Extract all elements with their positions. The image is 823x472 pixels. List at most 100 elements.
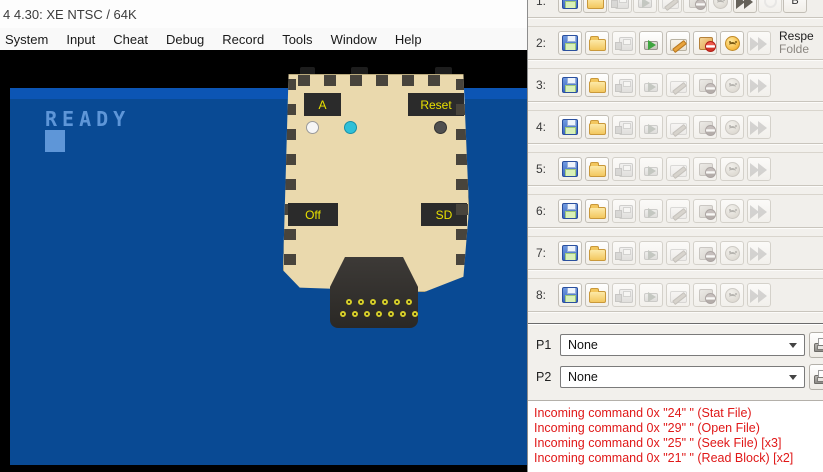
- device-button-off[interactable]: Off: [288, 203, 338, 226]
- mount-folder-button[interactable]: [585, 241, 609, 265]
- edit-icon: [670, 249, 687, 261]
- mount-folder-button[interactable]: [585, 73, 609, 97]
- mount-disk-image-button[interactable]: [639, 199, 663, 223]
- speed-button[interactable]: [733, 0, 757, 13]
- device-button-reset[interactable]: Reset: [408, 93, 464, 116]
- mount-disk-image-button[interactable]: [639, 283, 663, 307]
- menu-item-system[interactable]: System: [0, 30, 58, 49]
- mount-disk-image-button[interactable]: [639, 73, 663, 97]
- printer-select-p1[interactable]: None: [560, 334, 805, 356]
- smiley-toggle-button[interactable]: [720, 115, 744, 139]
- eject-button[interactable]: [612, 73, 636, 97]
- menu-item-cheat[interactable]: Cheat: [103, 30, 158, 49]
- led-white-icon: [306, 121, 319, 134]
- eject-icon: [619, 79, 633, 93]
- smiley-toggle-button[interactable]: [720, 73, 744, 97]
- edit-disk-button[interactable]: [666, 199, 690, 223]
- sio-pin-icon: [364, 311, 370, 317]
- speed-button[interactable]: [747, 115, 771, 139]
- mount-disk-image-button[interactable]: [639, 157, 663, 181]
- remove-image-button[interactable]: [693, 241, 717, 265]
- sio-pin-icon: [340, 311, 346, 317]
- edit-disk-button[interactable]: [666, 157, 690, 181]
- edit-icon: [670, 207, 687, 219]
- mount-disk-image-button[interactable]: [639, 241, 663, 265]
- edit-disk-button[interactable]: [666, 73, 690, 97]
- save-disk-button[interactable]: [558, 73, 582, 97]
- mount-folder-button[interactable]: [585, 283, 609, 307]
- boot-option-button[interactable]: B: [783, 0, 807, 13]
- smiley-toggle-button[interactable]: [708, 0, 732, 13]
- remove-image-button[interactable]: [693, 157, 717, 181]
- mount-folder-button[interactable]: [583, 0, 607, 13]
- eject-button[interactable]: [612, 31, 636, 55]
- printer-select-p2[interactable]: None: [560, 366, 805, 388]
- smiley-toggle-button[interactable]: [720, 31, 744, 55]
- mount-disk-image-button[interactable]: [639, 115, 663, 139]
- speed-button[interactable]: [747, 283, 771, 307]
- smiley-toggle-button[interactable]: [720, 199, 744, 223]
- save-disk-button[interactable]: [558, 115, 582, 139]
- mount-disk-image-button[interactable]: [639, 31, 663, 55]
- edit-disk-button[interactable]: [666, 241, 690, 265]
- mount-disk-image-button[interactable]: [633, 0, 657, 13]
- save-disk-button[interactable]: [558, 31, 582, 55]
- folder-icon: [589, 207, 606, 219]
- drive-row-label: 8:: [536, 288, 558, 302]
- eject-button[interactable]: [612, 283, 636, 307]
- edit-disk-button[interactable]: [666, 283, 690, 307]
- speed-button[interactable]: [747, 199, 771, 223]
- menu-item-record[interactable]: Record: [212, 30, 274, 49]
- remove-image-button[interactable]: [693, 73, 717, 97]
- extra-toggle-button[interactable]: [758, 0, 782, 13]
- menu-item-help[interactable]: Help: [385, 30, 432, 49]
- printer-output-button[interactable]: [809, 364, 823, 390]
- edit-disk-button[interactable]: [666, 31, 690, 55]
- printer-icon: [814, 343, 823, 352]
- menu-item-input[interactable]: Input: [56, 30, 105, 49]
- eject-button[interactable]: [612, 241, 636, 265]
- sio-pin-icon: [412, 311, 418, 317]
- edit-disk-button[interactable]: [666, 115, 690, 139]
- save-disk-button[interactable]: [558, 157, 582, 181]
- mount-icon: [644, 167, 658, 176]
- eject-button[interactable]: [612, 115, 636, 139]
- eject-button[interactable]: [612, 199, 636, 223]
- edit-icon: [670, 291, 687, 303]
- mount-icon: [644, 83, 658, 92]
- remove-image-button[interactable]: [693, 115, 717, 139]
- window-titlebar: 4 4.30: XE NTSC / 64K: [0, 0, 527, 28]
- save-disk-button[interactable]: [558, 199, 582, 223]
- speed-button[interactable]: [747, 241, 771, 265]
- save-disk-button[interactable]: [558, 283, 582, 307]
- save-disk-button[interactable]: [558, 241, 582, 265]
- remove-image-button[interactable]: [693, 31, 717, 55]
- speed-button[interactable]: [747, 31, 771, 55]
- remove-image-button[interactable]: [683, 0, 707, 13]
- remove-image-button[interactable]: [693, 199, 717, 223]
- menu-item-tools[interactable]: Tools: [272, 30, 322, 49]
- menu-bar: SystemInputCheatDebugRecordToolsWindowHe…: [0, 28, 527, 50]
- smiley-toggle-button[interactable]: [720, 283, 744, 307]
- speed-button[interactable]: [747, 157, 771, 181]
- device-button-sd[interactable]: SD: [421, 203, 467, 226]
- printer-output-button[interactable]: [809, 332, 823, 358]
- menu-item-debug[interactable]: Debug: [156, 30, 214, 49]
- mount-folder-button[interactable]: [585, 157, 609, 181]
- speed-button[interactable]: [747, 73, 771, 97]
- mount-folder-button[interactable]: [585, 115, 609, 139]
- chevron-down-icon: [789, 375, 797, 380]
- remove-image-button[interactable]: [693, 283, 717, 307]
- device-button-a[interactable]: A: [304, 93, 341, 116]
- mount-folder-button[interactable]: [585, 199, 609, 223]
- save-disk-button[interactable]: [558, 0, 582, 13]
- mount-folder-button[interactable]: [585, 31, 609, 55]
- eject-button[interactable]: [608, 0, 632, 13]
- smiley-toggle-button[interactable]: [720, 241, 744, 265]
- printer-icon: [814, 375, 823, 384]
- smiley-toggle-button[interactable]: [720, 157, 744, 181]
- menu-item-window[interactable]: Window: [321, 30, 387, 49]
- drive-row-7: 7:: [528, 236, 823, 270]
- edit-disk-button[interactable]: [658, 0, 682, 13]
- eject-button[interactable]: [612, 157, 636, 181]
